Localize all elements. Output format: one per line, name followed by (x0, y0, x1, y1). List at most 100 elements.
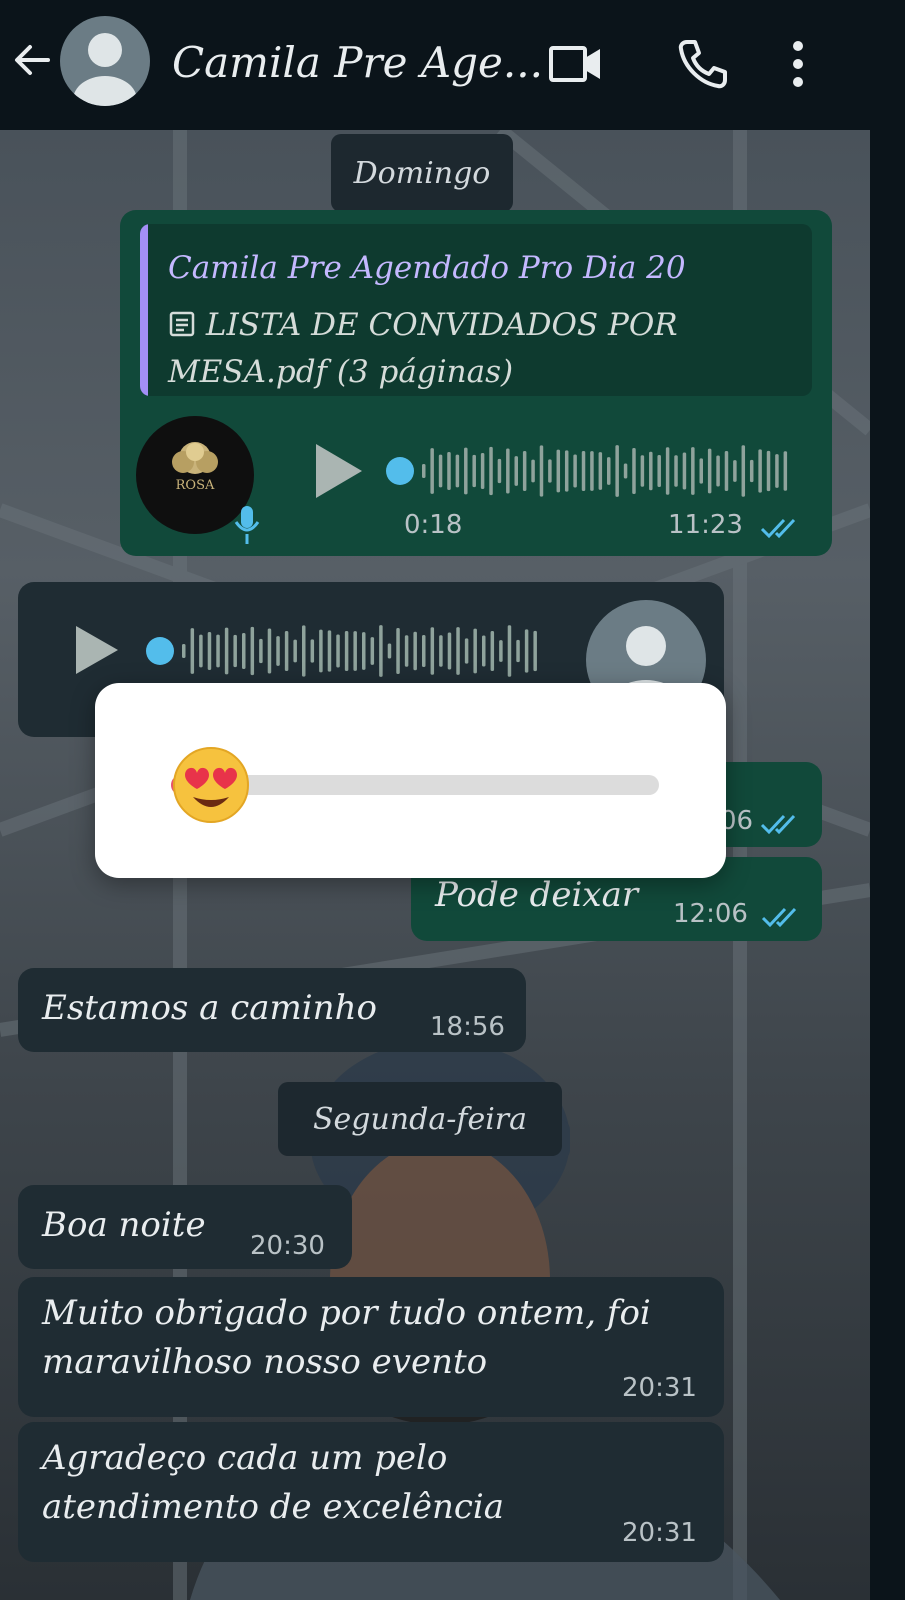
waveform-bar (362, 632, 366, 670)
quote-sender: Camila Pre Agendado Pro Dia 20 (168, 250, 686, 286)
waveform-bar (691, 447, 695, 495)
waveform-bar (464, 638, 469, 664)
message-time: 20:31 (622, 1373, 697, 1403)
contact-name[interactable]: Camila Pre Age... (172, 38, 543, 87)
waveform-bar (455, 454, 460, 488)
waveform-bar (379, 625, 383, 677)
waveform-bar (524, 629, 529, 673)
audio-duration: 0:18 (404, 510, 463, 540)
waveform-bar (564, 450, 569, 492)
document-name-line2: MESA.pdf (3 páginas) (168, 353, 514, 390)
waveform-bar (548, 459, 552, 483)
waveform-bar (182, 644, 186, 658)
waveform-bar (259, 638, 263, 664)
waveform-bar (284, 631, 289, 671)
waveform-bar (438, 454, 443, 488)
waveform-bar (775, 454, 779, 488)
message-text: Agradeço cada um pelo atendimento de exc… (42, 1438, 505, 1528)
waveform-bar (682, 452, 687, 490)
back-arrow-icon[interactable] (10, 38, 54, 82)
document-name-line1: LISTA DE CONVIDADOS POR (205, 307, 678, 343)
waveform-bar (336, 634, 340, 668)
incoming-message[interactable]: Muito obrigado por tudo ontem, foi marav… (18, 1277, 724, 1417)
waveform-bar (387, 643, 392, 659)
waveform-bar (242, 632, 246, 670)
waveform-bar (665, 447, 670, 495)
day-label: Domingo (331, 134, 513, 212)
waveform-bar (758, 449, 762, 493)
audio-waveform[interactable] (386, 436, 796, 506)
document-icon (169, 311, 195, 337)
waveform-bar (207, 631, 212, 671)
read-receipt-icon (760, 814, 796, 835)
waveform-bar (233, 634, 237, 668)
more-options-icon[interactable] (780, 36, 836, 92)
playback-position-dot[interactable] (386, 457, 414, 485)
waveform-bar (344, 630, 349, 672)
waveform-bar (447, 451, 451, 491)
waveform-bar (310, 639, 315, 663)
waveform-bar (707, 448, 712, 494)
waveform-bar (439, 635, 443, 667)
incoming-message[interactable]: Agradeço cada um pelo atendimento de exc… (18, 1422, 724, 1562)
waveform-bar (783, 451, 788, 491)
waveform-bar (422, 464, 426, 478)
play-icon[interactable] (70, 622, 122, 678)
waveform-bar (522, 451, 527, 491)
screen-edge (870, 130, 905, 1600)
play-icon[interactable] (310, 440, 366, 502)
waveform-bar (319, 629, 323, 673)
message-text: Muito obrigado por tudo ontem, foi marav… (42, 1293, 651, 1383)
chat-header: Camila Pre Age... (0, 0, 905, 130)
outgoing-audio-message[interactable]: Camila Pre Agendado Pro Dia 20 LISTA DE … (120, 210, 832, 556)
waveform-bar (724, 451, 729, 491)
message-time: 11:23 (668, 510, 743, 540)
waveform-bar (456, 627, 460, 675)
waveform-bar (413, 631, 417, 671)
quoted-message[interactable]: Camila Pre Agendado Pro Dia 20 LISTA DE … (140, 224, 812, 396)
microphone-icon (234, 506, 260, 544)
incoming-message[interactable]: Estamos a caminho 18:56 (18, 968, 526, 1052)
waveform-bar (516, 639, 520, 663)
waveform-bar (422, 635, 426, 667)
phone-icon[interactable] (675, 36, 731, 92)
waveform-bar (430, 627, 435, 675)
waveform-bar (581, 450, 586, 492)
audio-waveform[interactable] (146, 616, 546, 686)
incoming-message[interactable]: Boa noite 20:30 (18, 1185, 352, 1269)
waveform-bar (276, 636, 280, 666)
message-time: 20:31 (622, 1518, 697, 1548)
waveform-bar (640, 455, 645, 487)
waveform-bar (396, 628, 400, 674)
waveform-bar (539, 445, 544, 497)
waveform-bar (497, 458, 502, 484)
waveform-bar (766, 450, 771, 492)
avatar[interactable] (60, 16, 150, 106)
day-label: Segunda-feira (278, 1082, 562, 1156)
waveform-bar (699, 458, 703, 484)
waveform-bar (649, 451, 653, 491)
message-text: Estamos a caminho (42, 988, 377, 1028)
waveform-bar (749, 459, 754, 483)
waveform-bar (733, 460, 737, 482)
waveform-bar (190, 628, 195, 674)
waveform-bar (533, 630, 537, 672)
waveform-bar (598, 452, 603, 490)
waveform-bar (623, 463, 628, 479)
waveform-bar (741, 445, 746, 497)
emoji-slider-popup[interactable] (95, 683, 726, 878)
thumbnail-text: ROSA (175, 478, 215, 493)
waveform-bar (480, 452, 485, 490)
read-receipt-icon (760, 518, 796, 539)
waveform-bar (573, 454, 577, 488)
waveform-bar (507, 625, 512, 677)
waveform-bar (499, 640, 503, 662)
message-time: 12:06 (673, 899, 748, 929)
waveform-bar (531, 459, 535, 483)
waveform-bar (447, 632, 452, 670)
waveform-bar (506, 448, 510, 494)
heart-eyes-emoji-icon[interactable] (171, 745, 251, 825)
playback-position-dot[interactable] (146, 637, 174, 665)
video-call-icon[interactable] (548, 36, 604, 92)
waveform-bar (490, 631, 495, 671)
